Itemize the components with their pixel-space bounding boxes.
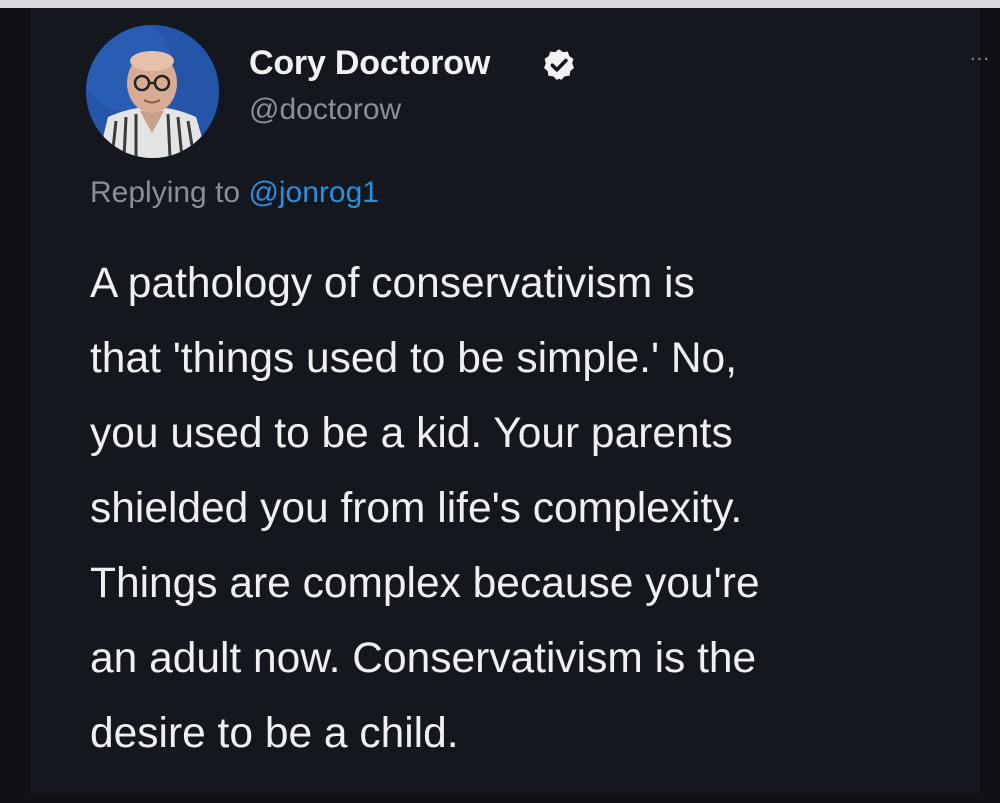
tweet-text-line: you used to be a kid. Your parents bbox=[90, 410, 733, 457]
tweet-text: A pathology of conservativism is that 't… bbox=[90, 246, 990, 771]
replying-to: Replying to @jonrog1 bbox=[90, 176, 379, 210]
tweet-text-line: an adult now. Conservativism is the bbox=[90, 635, 757, 682]
top-divider bbox=[0, 0, 1000, 8]
tweet-card[interactable]: Cory Doctorow @doctorow ··· Replying to … bbox=[30, 8, 989, 794]
tweet-text-line: A pathology of conservativism is bbox=[90, 260, 695, 307]
avatar-image bbox=[86, 25, 219, 158]
tweet-text-line: shielded you from life's complexity. bbox=[90, 485, 743, 532]
more-options-icon[interactable]: ··· bbox=[958, 48, 1000, 72]
tweet-text-line: Things are complex because you're bbox=[90, 560, 760, 607]
screenshot-frame: Cory Doctorow @doctorow ··· Replying to … bbox=[0, 0, 1000, 803]
replying-prefix: Replying to bbox=[90, 176, 241, 209]
tweet-text-line: that 'things used to be simple.' No, bbox=[90, 335, 738, 382]
author-handle[interactable]: @doctorow bbox=[249, 93, 401, 127]
verified-badge-icon bbox=[544, 49, 574, 80]
avatar[interactable] bbox=[86, 25, 219, 158]
author-name[interactable]: Cory Doctorow bbox=[249, 44, 490, 83]
replying-mention-link[interactable]: @jonrog1 bbox=[248, 176, 379, 209]
tweet-text-line: desire to be a child. bbox=[90, 710, 459, 757]
